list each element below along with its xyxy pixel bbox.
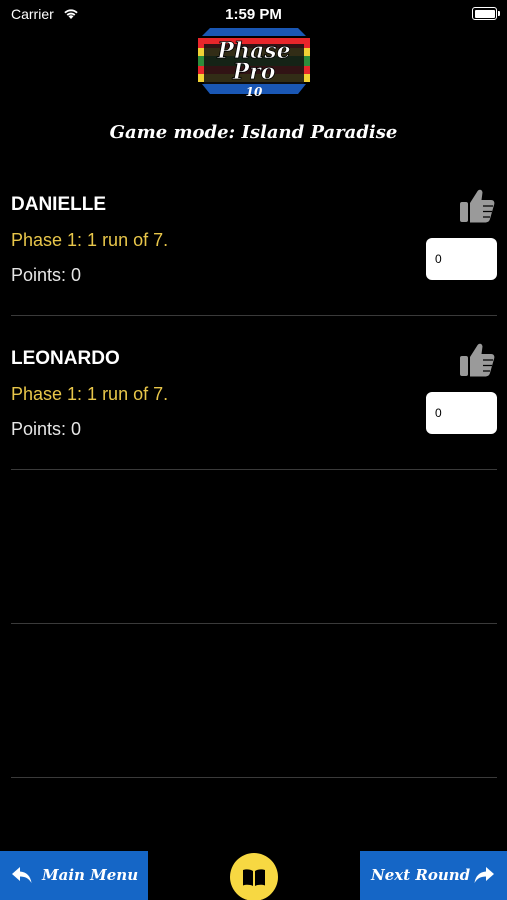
player-row: LEONARDO Phase 1: 1 run of 7. Points: 0 (0, 318, 507, 472)
player-phase: Phase 1: 1 run of 7. (11, 230, 169, 250)
logo-line3: 10 (246, 85, 263, 98)
next-round-button[interactable]: Next Round (360, 851, 507, 900)
main-menu-button[interactable]: Main Menu (0, 851, 148, 900)
battery-icon (472, 7, 497, 20)
status-bar: Carrier 1:59 PM (0, 0, 507, 28)
thumbs-up-icon[interactable] (459, 186, 495, 224)
main-menu-label: Main Menu (42, 866, 139, 884)
next-round-label: Next Round (371, 866, 471, 884)
back-arrow-icon (12, 867, 32, 883)
player-row: DANIELLE Phase 1: 1 run of 7. Points: 0 (0, 164, 507, 318)
thumbs-up-icon[interactable] (459, 340, 495, 378)
divider (11, 315, 497, 316)
player-phase: Phase 1: 1 run of 7. (11, 384, 169, 404)
player-name: DANIELLE (11, 194, 106, 215)
score-input[interactable] (426, 238, 497, 280)
app-logo: Phase Pro 10 (196, 26, 312, 98)
score-input[interactable] (426, 392, 497, 434)
clock: 1:59 PM (225, 6, 282, 23)
logo-line2: Pro (232, 59, 276, 85)
player-points: Points: 0 (11, 265, 82, 285)
book-icon (243, 869, 265, 886)
forward-arrow-icon (474, 867, 494, 883)
rules-book-button[interactable] (230, 853, 278, 900)
divider (11, 469, 497, 470)
game-mode-title: Game mode: Island Paradise (109, 122, 398, 143)
player-points: Points: 0 (11, 419, 82, 439)
divider (11, 777, 497, 778)
player-name: LEONARDO (11, 348, 120, 369)
divider (11, 623, 497, 624)
